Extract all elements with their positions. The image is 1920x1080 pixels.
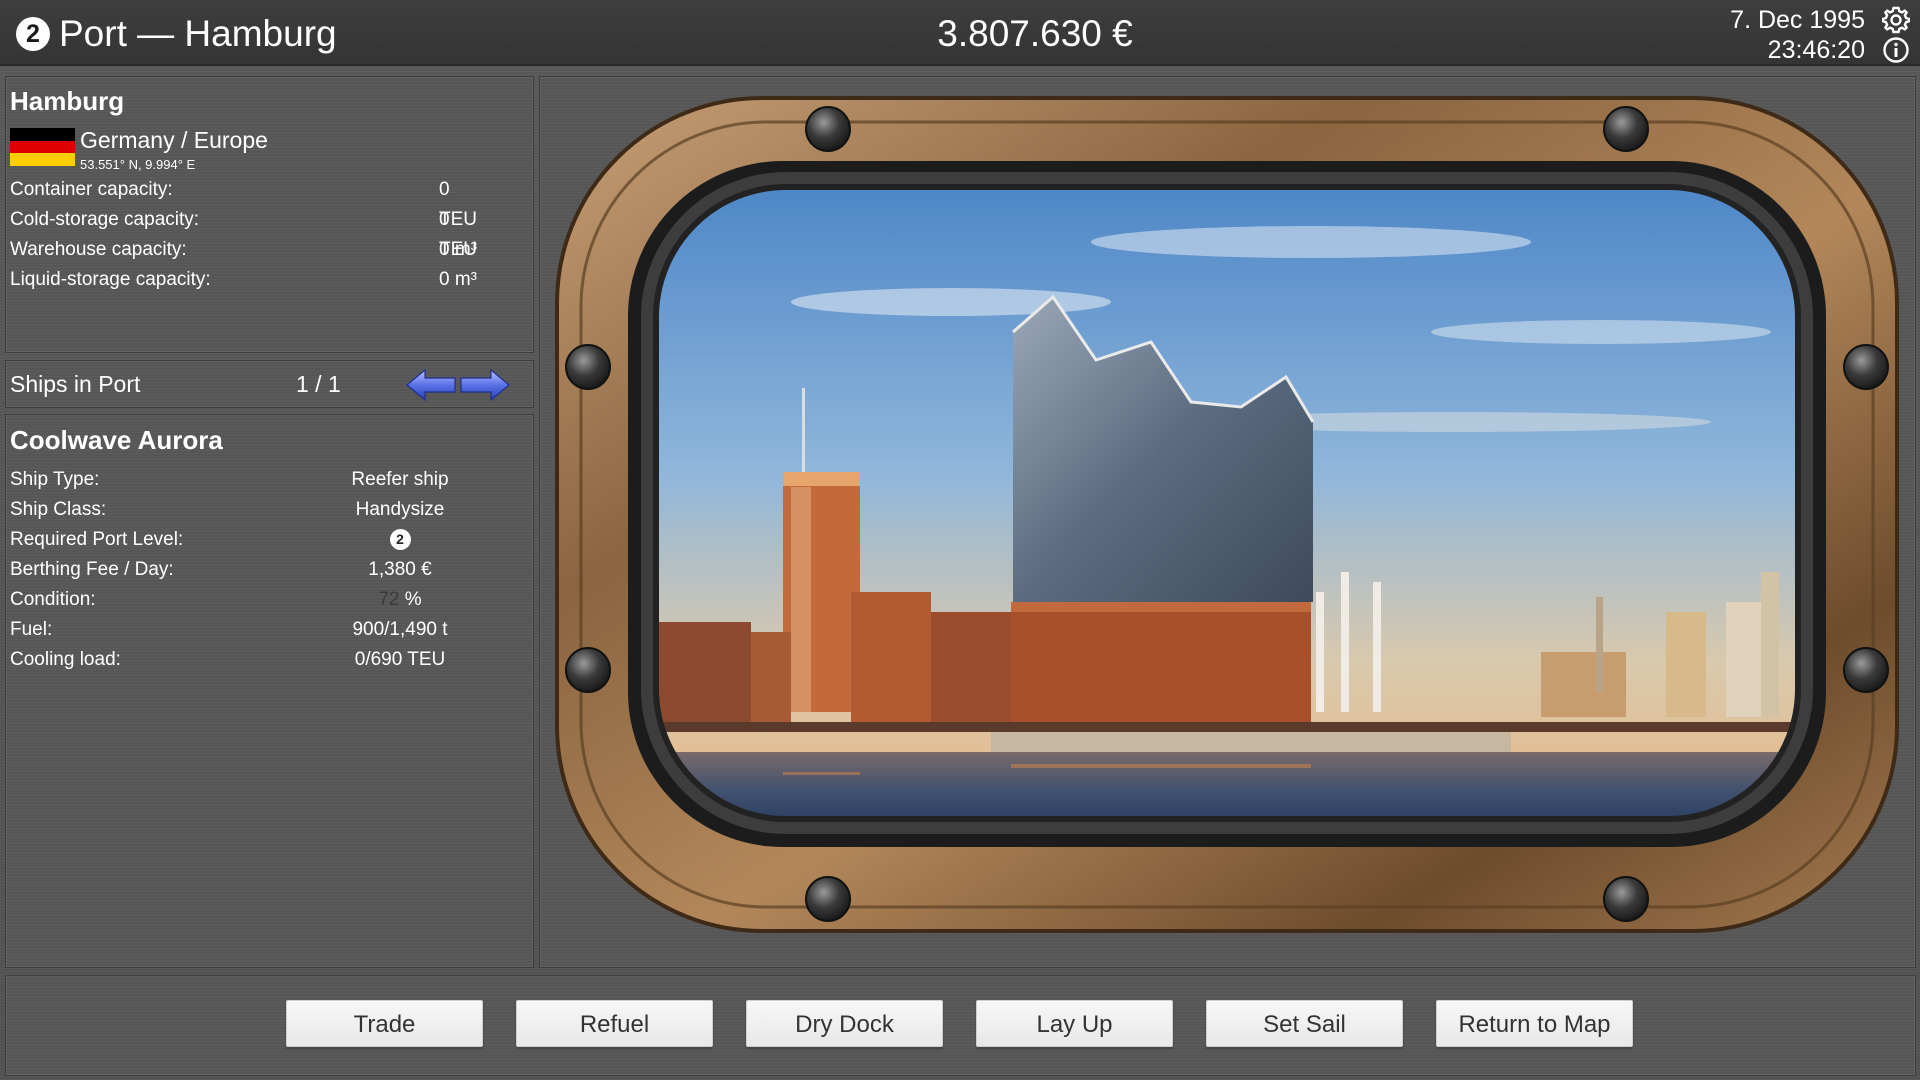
port-level-badge: 2 xyxy=(16,17,50,51)
capacity-row: Cold-storage capacity: 0 TEU xyxy=(10,205,490,260)
cooling-load-value: 0/690 TEU xyxy=(354,649,446,670)
port-coordinates: 53.551° N, 9.994° E xyxy=(80,157,196,172)
ship-type-row: Ship Type: Reefer ship xyxy=(10,465,490,495)
fuel-label: Fuel: xyxy=(10,619,53,640)
arrow-right-icon[interactable] xyxy=(460,368,510,402)
trade-button[interactable]: Trade xyxy=(286,1000,483,1047)
capacity-value: 0 m³ xyxy=(439,239,477,260)
dry-dock-button[interactable]: Dry Dock xyxy=(746,1000,943,1047)
return-to-map-button[interactable]: Return to Map xyxy=(1436,1000,1633,1047)
gear-icon[interactable] xyxy=(1882,6,1910,34)
required-port-level-label: Required Port Level: xyxy=(10,529,184,550)
porthole-harbor-view xyxy=(555,96,1899,933)
capacity-row: Container capacity: 0 TEU xyxy=(10,175,490,230)
fuel-row: Fuel: 900/1,490 t xyxy=(10,615,490,645)
germany-flag-icon xyxy=(10,128,75,166)
game-date: 7. Dec 1995 xyxy=(1730,6,1865,34)
condition-unit: % xyxy=(404,589,422,610)
condition-number: 72 xyxy=(378,589,400,610)
required-port-level-row: Required Port Level: 2 xyxy=(10,525,490,555)
required-port-level-value: 2 xyxy=(270,525,530,555)
condition-value: 72 % xyxy=(270,585,530,615)
fuel-value: 900/1,490 t xyxy=(352,619,448,640)
cooling-load-label: Cooling load: xyxy=(10,649,121,670)
game-time: 23:46:20 xyxy=(1767,36,1865,64)
berthing-fee-label: Berthing Fee / Day: xyxy=(10,559,174,580)
berthing-fee-value: 1,380 € xyxy=(368,559,432,580)
ships-in-port-label: Ships in Port xyxy=(10,371,141,397)
ship-class-row: Ship Class: Handysize xyxy=(10,495,490,525)
money-balance: 3.807.630 € xyxy=(937,13,1133,54)
berthing-fee-row: Berthing Fee / Day: 1,380 € xyxy=(10,555,490,585)
capacity-label: Warehouse capacity: xyxy=(10,239,187,260)
lay-up-button[interactable]: Lay Up xyxy=(976,1000,1173,1047)
capacity-label: Liquid-storage capacity: xyxy=(10,269,211,290)
ship-name: Coolwave Aurora xyxy=(10,425,223,455)
ship-class-label: Ship Class: xyxy=(10,499,107,520)
condition-label: Condition: xyxy=(10,589,96,610)
capacity-value: 0 m³ xyxy=(439,269,477,290)
page-title: Port — Hamburg xyxy=(59,13,337,54)
port-country: Germany / Europe xyxy=(80,127,268,153)
arrow-left-icon[interactable] xyxy=(406,368,456,402)
capacity-label: Container capacity: xyxy=(10,179,173,200)
ships-in-port-count: 1 / 1 xyxy=(296,371,341,397)
capacity-row: Warehouse capacity: 0 m³ xyxy=(10,235,490,265)
top-bar: 2 Port — Hamburg 3.807.630 € 7. Dec 1995… xyxy=(0,0,1920,66)
ship-class-value: Handysize xyxy=(355,499,445,520)
condition-row: Condition: 72 % xyxy=(10,585,490,615)
refuel-button[interactable]: Refuel xyxy=(516,1000,713,1047)
capacity-label: Cold-storage capacity: xyxy=(10,209,200,230)
ship-type-label: Ship Type: xyxy=(10,469,100,490)
port-level-mini-badge: 2 xyxy=(389,529,411,551)
port-name: Hamburg xyxy=(10,86,125,116)
capacity-row: Liquid-storage capacity: 0 m³ xyxy=(10,265,490,295)
ship-type-value: Reefer ship xyxy=(351,469,449,490)
cooling-load-row: Cooling load: 0/690 TEU xyxy=(10,645,490,675)
set-sail-button[interactable]: Set Sail xyxy=(1206,1000,1403,1047)
info-icon[interactable] xyxy=(1882,36,1910,64)
